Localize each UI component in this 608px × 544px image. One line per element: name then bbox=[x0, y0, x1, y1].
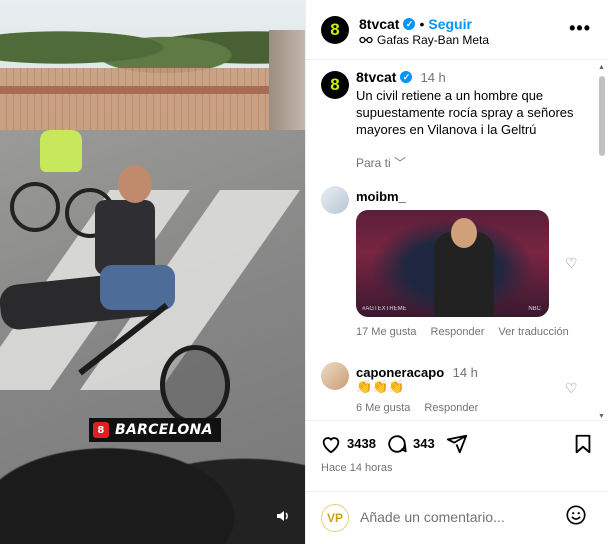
comment-like-heart-icon[interactable]: ♡ bbox=[565, 381, 579, 395]
more-options-button[interactable]: ••• bbox=[569, 18, 591, 39]
post-media[interactable]: 8 BARCELONA bbox=[0, 0, 305, 544]
cyclist-jersey bbox=[40, 130, 82, 172]
commenter-avatar[interactable] bbox=[321, 362, 349, 390]
comment-likes[interactable]: 6 Me gusta bbox=[356, 402, 410, 414]
comment-username[interactable]: caponeracapo bbox=[356, 365, 444, 380]
caption-time: 14 h bbox=[420, 69, 446, 85]
post-panel: 8 8tvcat ✓ • Seguir Gafas Ray-Ban Meta •… bbox=[305, 0, 608, 544]
gif-tag-right: NBC bbox=[528, 306, 541, 312]
man-shirt bbox=[95, 200, 155, 275]
comment-reply-button[interactable]: Responder bbox=[424, 402, 478, 414]
comment-username[interactable]: moibm_ bbox=[356, 189, 406, 204]
comments-count[interactable]: 343 bbox=[413, 436, 435, 451]
comment-translate-button[interactable]: Ver traducción bbox=[498, 326, 568, 338]
more-options-icon: ••• bbox=[569, 18, 591, 38]
translate-label: Para ti bbox=[356, 156, 391, 170]
author-avatar[interactable]: 8 bbox=[321, 16, 349, 44]
like-heart-icon[interactable] bbox=[320, 433, 342, 455]
glasses-icon bbox=[359, 36, 373, 44]
header-subtitle[interactable]: Gafas Ray-Ban Meta bbox=[377, 33, 489, 47]
likes-count[interactable]: 3438 bbox=[347, 436, 376, 451]
speaker-icon[interactable] bbox=[273, 508, 293, 528]
caption-avatar-text: 8 bbox=[330, 75, 340, 94]
comment-like-heart-icon[interactable]: ♡ bbox=[565, 256, 579, 270]
add-comment-input[interactable] bbox=[360, 506, 560, 528]
post-header: 8 8tvcat ✓ • Seguir Gafas Ray-Ban Meta •… bbox=[306, 0, 608, 60]
post-time-ago: Hace 14 horas bbox=[321, 462, 393, 474]
separator-dot: • bbox=[419, 16, 425, 32]
emoji-smiley-icon[interactable] bbox=[565, 504, 587, 526]
channel-logo-icon: 8 bbox=[93, 422, 109, 438]
scroll-thumb[interactable] bbox=[599, 76, 605, 156]
gif-tag-left: #AGTEXTREME bbox=[362, 306, 407, 312]
add-comment-bar: VP bbox=[306, 491, 608, 544]
author-avatar-text: 8 bbox=[330, 20, 340, 39]
comment-gif[interactable]: #AGTEXTREME NBC bbox=[356, 210, 549, 317]
location-badge: 8 BARCELONA bbox=[89, 418, 221, 442]
comment-text: 👏👏👏 bbox=[356, 379, 405, 394]
wall-cap bbox=[0, 86, 280, 94]
verified-icon: ✓ bbox=[403, 18, 416, 30]
caption-username[interactable]: 8tvcat bbox=[356, 69, 396, 85]
translate-toggle[interactable]: Para ti ﹀ bbox=[356, 154, 406, 171]
header-subtitle-row: Gafas Ray-Ban Meta bbox=[359, 33, 489, 47]
follow-button[interactable]: Seguir bbox=[428, 16, 472, 32]
current-user-avatar: VP bbox=[321, 504, 349, 532]
comment-meta: 6 Me gusta Responder bbox=[356, 402, 478, 414]
verified-icon: ✓ bbox=[400, 71, 413, 83]
speaker-icon-graphic bbox=[277, 511, 288, 521]
comment-likes[interactable]: 17 Me gusta bbox=[356, 326, 417, 338]
caption-user-row: 8tvcat ✓ 14 h bbox=[356, 69, 446, 85]
comment-bubble-icon[interactable] bbox=[386, 433, 408, 455]
author-username[interactable]: 8tvcat bbox=[359, 16, 399, 32]
location-badge-label: BARCELONA bbox=[115, 422, 213, 438]
header-user-row: 8tvcat ✓ • Seguir bbox=[359, 16, 472, 32]
kneeling-man bbox=[90, 165, 180, 335]
caption-text: Un civil retiene a un hombre que supuest… bbox=[356, 88, 574, 137]
caption-avatar[interactable]: 8 bbox=[321, 71, 349, 99]
scroll-down-arrow-icon[interactable]: ▼ bbox=[598, 413, 605, 420]
comment-header: moibm_ bbox=[356, 188, 406, 206]
scroll-up-arrow-icon[interactable]: ▲ bbox=[598, 64, 605, 71]
current-user-avatar-text: VP bbox=[326, 511, 343, 525]
comment-reply-button[interactable]: Responder bbox=[431, 326, 485, 338]
bike-wheel bbox=[10, 182, 60, 232]
gif-person-head bbox=[451, 218, 477, 248]
man-head bbox=[118, 165, 152, 203]
save-bookmark-icon[interactable] bbox=[572, 433, 594, 455]
chevron-down-icon: ﹀ bbox=[394, 156, 407, 170]
commenter-avatar[interactable] bbox=[321, 186, 349, 214]
post-actions: 3438 343 Hace 14 horas bbox=[306, 420, 608, 490]
comment-meta: 17 Me gusta Responder Ver traducción bbox=[356, 326, 569, 338]
comments-scrollbar[interactable]: ▲ ▼ bbox=[598, 64, 605, 420]
comment-time: 14 h bbox=[452, 365, 478, 380]
share-send-icon[interactable] bbox=[446, 433, 468, 455]
comments-section[interactable]: 8 8tvcat ✓ 14 h Un civil retiene a un ho… bbox=[306, 61, 608, 419]
